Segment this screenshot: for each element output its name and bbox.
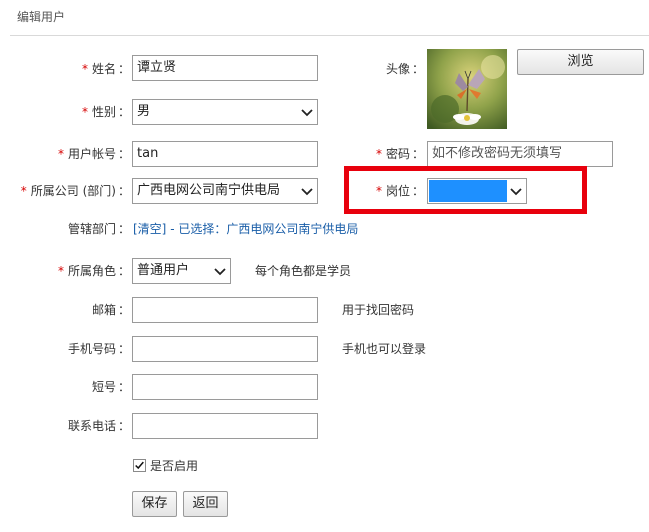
avatar-image [427, 49, 507, 129]
account-label-text: 用户帐号 [67, 147, 116, 161]
phone-input[interactable] [132, 413, 318, 439]
role-hint: 每个角色都是学员 [255, 264, 352, 278]
page-title: 编辑用户 [17, 10, 66, 24]
position-label: * 岗位： [375, 184, 424, 198]
name-input[interactable]: 谭立贤 [132, 55, 318, 81]
required-star: * [20, 184, 27, 198]
chevron-down-icon [301, 188, 313, 196]
phone-label: 联系电话： [67, 419, 130, 433]
title-divider [10, 35, 649, 36]
mobile-hint: 手机也可以登录 [342, 342, 427, 356]
required-star: * [81, 105, 88, 119]
managed-dept-value: [清空] - 已选择：广西电网公司南宁供电局 [133, 219, 358, 239]
account-label: * 用户帐号： [57, 147, 130, 161]
back-button[interactable]: 返回 [183, 491, 228, 517]
short-number-label: 短号： [91, 380, 130, 394]
checkmark-icon [135, 461, 144, 470]
mobile-input[interactable] [132, 336, 318, 362]
gender-select[interactable]: 男 [132, 99, 318, 125]
position-select-highlight [429, 180, 507, 202]
role-label: * 所属角色： [57, 264, 130, 278]
required-star: * [57, 264, 64, 278]
company-select-value: 广西电网公司南宁供电局 [137, 183, 281, 198]
name-label: * 姓名： [81, 62, 130, 76]
avatar-label: 头像： [385, 62, 424, 76]
butterfly-photo-icon [427, 49, 507, 129]
email-input[interactable] [132, 297, 318, 323]
company-label-text: 所属公司 (部门) [30, 184, 116, 198]
password-input[interactable]: 如不修改密码无须填写 [427, 141, 613, 167]
email-hint: 用于找回密码 [342, 303, 415, 317]
company-select[interactable]: 广西电网公司南宁供电局 [132, 178, 318, 204]
chevron-down-icon [301, 109, 313, 117]
required-star: * [375, 184, 382, 198]
managed-dept-selected: - 已选择：广西电网公司南宁供电局 [170, 222, 359, 236]
company-label: * 所属公司 (部门)： [20, 184, 130, 198]
mobile-label: 手机号码： [67, 342, 130, 356]
email-label-text: 邮箱 [91, 303, 116, 317]
role-label-text: 所属角色 [67, 264, 116, 278]
required-star: * [57, 147, 64, 161]
gender-label-text: 性别 [91, 105, 116, 119]
name-label-text: 姓名 [91, 62, 116, 76]
browse-button[interactable]: 浏览 [517, 49, 644, 75]
account-input[interactable]: tan [132, 141, 318, 167]
gender-select-value: 男 [137, 104, 151, 119]
short-number-input[interactable] [132, 374, 318, 400]
role-select[interactable]: 普通用户 [132, 258, 231, 284]
phone-label-text: 联系电话 [67, 419, 116, 433]
save-button[interactable]: 保存 [132, 491, 177, 517]
chevron-down-icon [214, 268, 226, 276]
enabled-label: 是否启用 [150, 459, 199, 473]
required-star: * [375, 147, 382, 161]
password-label-text: 密码 [385, 147, 410, 161]
mobile-label-text: 手机号码 [67, 342, 116, 356]
chevron-down-icon [510, 188, 522, 196]
short-number-label-text: 短号 [91, 380, 116, 394]
avatar-label-text: 头像 [385, 62, 410, 76]
email-label: 邮箱： [91, 303, 130, 317]
managed-dept-label: 管辖部门： [67, 222, 130, 236]
enabled-checkbox[interactable] [133, 459, 146, 472]
position-select[interactable] [427, 178, 527, 204]
password-label: * 密码： [375, 147, 424, 161]
managed-dept-label-text: 管辖部门 [67, 222, 116, 236]
required-star: * [81, 62, 88, 76]
position-label-text: 岗位 [385, 184, 410, 198]
role-select-value: 普通用户 [137, 263, 190, 278]
clear-link[interactable]: [清空] [133, 222, 166, 236]
gender-label: * 性别： [81, 105, 130, 119]
